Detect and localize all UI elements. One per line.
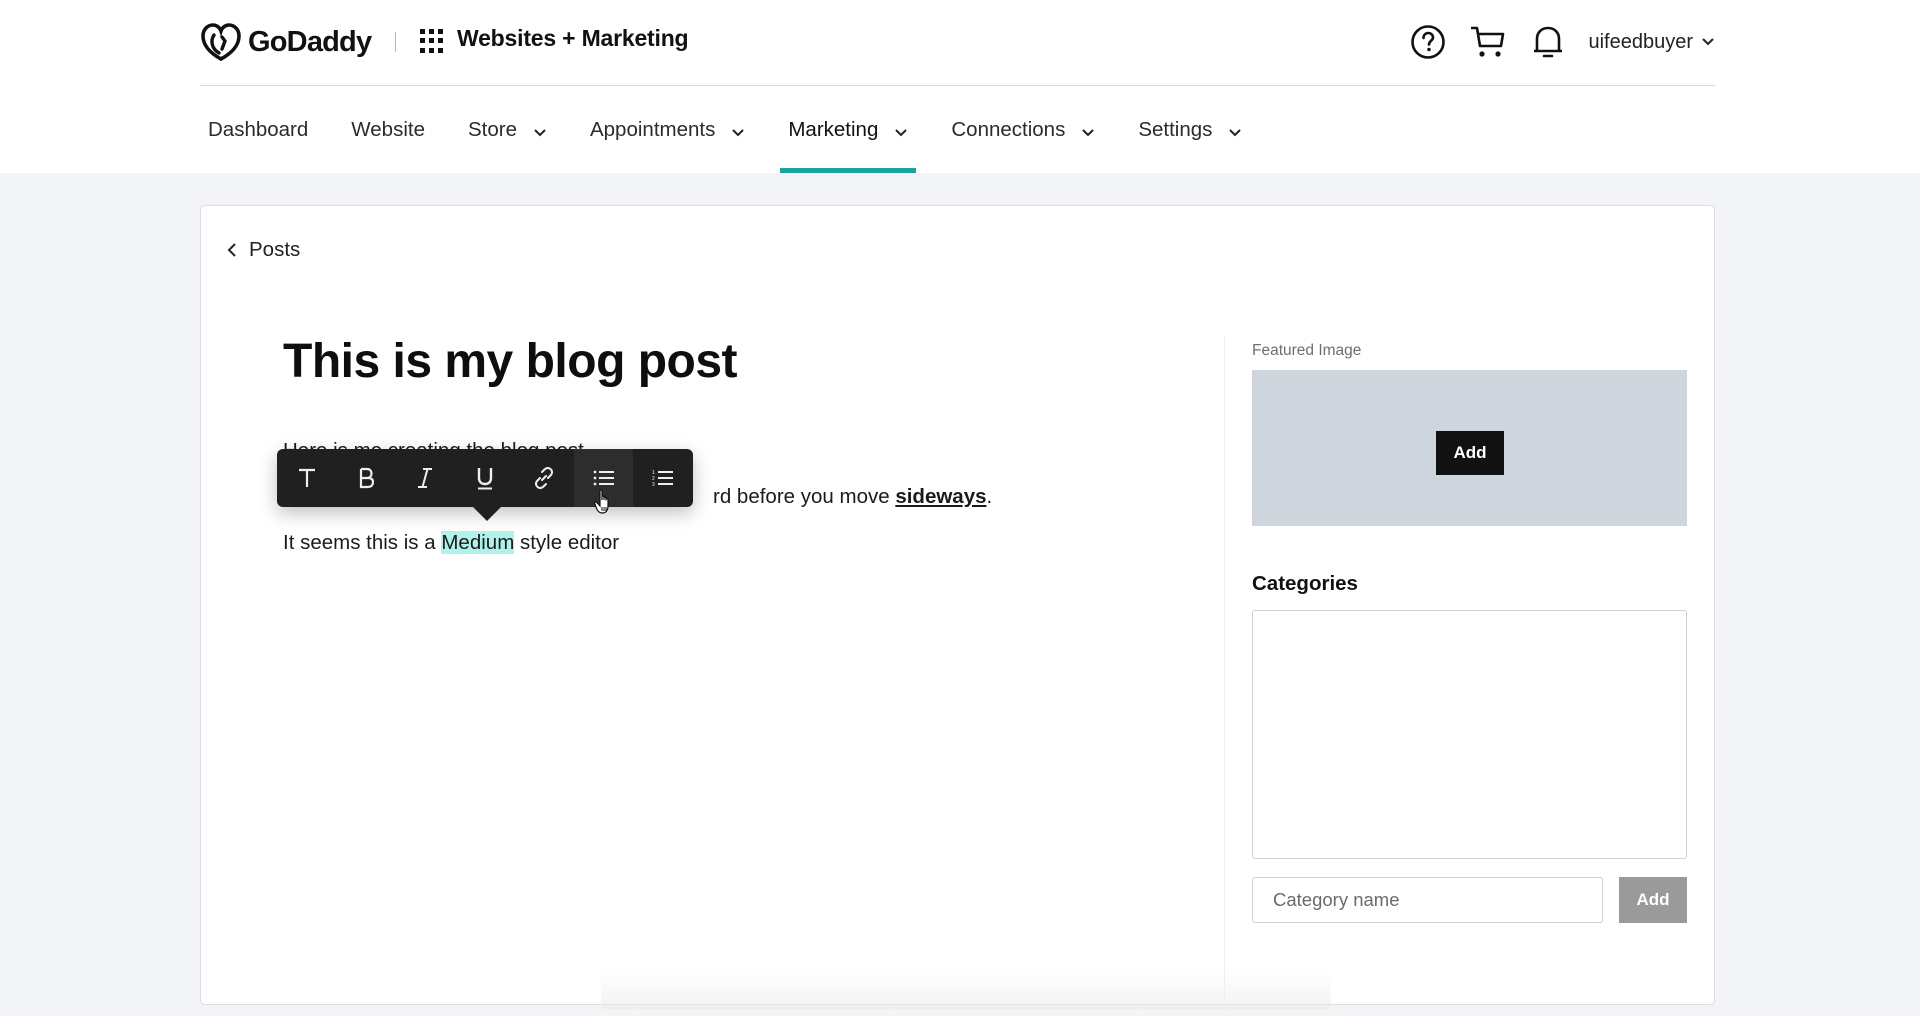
hand-cursor-icon: [594, 489, 609, 514]
nav-store[interactable]: Store: [460, 86, 555, 173]
header-divider: [395, 32, 396, 52]
nav-label: Settings: [1138, 117, 1213, 141]
header-actions: uifeedbuyer: [1408, 20, 1715, 64]
add-category-row: Add: [1252, 877, 1687, 923]
numbered-list-icon: 123: [652, 470, 674, 487]
post-editor-card: Posts This is my blog post Here is me cr…: [200, 205, 1715, 1016]
underline-button[interactable]: [455, 449, 514, 507]
body-text: It seems this is a: [283, 531, 442, 554]
brand-name: GoDaddy: [248, 25, 372, 58]
notifications-button[interactable]: [1528, 22, 1568, 62]
chevron-down-icon: [534, 128, 546, 136]
cart-icon: [1471, 26, 1505, 57]
sidebar-divider: [1224, 336, 1225, 1016]
featured-image-placeholder[interactable]: Add: [1252, 370, 1687, 526]
category-name-input[interactable]: [1252, 877, 1603, 923]
chevron-down-icon: [732, 128, 745, 136]
nav-label: Dashboard: [208, 117, 309, 141]
back-to-posts-link[interactable]: Posts: [227, 238, 300, 262]
svg-text:3: 3: [652, 482, 655, 487]
nav-label: Store: [467, 117, 517, 141]
chevron-down-icon: [895, 128, 908, 136]
nav-label: Connections: [951, 117, 1066, 141]
nav-website[interactable]: Website: [343, 86, 433, 173]
help-button[interactable]: [1408, 22, 1448, 62]
add-category-button[interactable]: Add: [1619, 877, 1687, 923]
chevron-down-icon: [1082, 128, 1095, 136]
link-button[interactable]: [515, 449, 574, 507]
categories-list[interactable]: [1252, 610, 1687, 859]
chevron-left-icon: [227, 243, 236, 257]
bold-underlined-word: sideways: [895, 485, 987, 508]
body-text: style editor: [514, 531, 620, 554]
bold-icon: [359, 467, 375, 489]
body-text: .: [986, 485, 993, 508]
chevron-down-icon: [1229, 128, 1242, 136]
bold-button[interactable]: [336, 449, 395, 507]
body-line-3[interactable]: It seems this is a Medium style editor: [283, 520, 1183, 566]
nav-connections[interactable]: Connections: [943, 86, 1103, 173]
post-title[interactable]: This is my blog post: [283, 332, 1183, 392]
bulleted-list-icon: [593, 470, 614, 486]
back-label: Posts: [249, 238, 301, 261]
text-style-icon: [298, 468, 315, 487]
help-icon: [1411, 25, 1446, 59]
product-title[interactable]: Websites + Marketing: [457, 25, 689, 52]
italic-icon: [418, 468, 433, 488]
app-header: GoDaddy Websites + Marketing uifeedbuyer…: [0, 0, 1920, 173]
post-sidebar: Featured Image Add Categories Add: [1252, 342, 1687, 923]
nav-marketing[interactable]: Marketing: [780, 86, 917, 173]
username: uifeedbuyer: [1588, 30, 1693, 53]
link-icon: [535, 467, 554, 489]
nav-settings[interactable]: Settings: [1130, 86, 1250, 173]
chevron-down-icon: [1702, 38, 1714, 46]
italic-button[interactable]: [396, 449, 455, 507]
formatting-toolbar: 123: [277, 449, 693, 521]
body-text: rd before you move: [713, 485, 896, 508]
godaddy-logo[interactable]: GoDaddy: [200, 22, 372, 62]
nav-label: Appointments: [589, 117, 716, 141]
cart-button[interactable]: [1468, 22, 1508, 62]
bell-icon: [1534, 26, 1563, 58]
featured-image-label: Featured Image: [1252, 342, 1362, 359]
add-featured-image-button[interactable]: Add: [1436, 431, 1504, 475]
bottom-bar-shadow: [601, 969, 1331, 1009]
nav-label: Marketing: [788, 117, 879, 141]
underline-icon: [477, 468, 493, 490]
nav-dashboard[interactable]: Dashboard: [200, 86, 316, 173]
godaddy-heart-icon: [201, 23, 241, 61]
apps-grid-icon[interactable]: [420, 29, 444, 53]
user-menu[interactable]: uifeedbuyer: [1588, 31, 1715, 54]
selected-text-highlight[interactable]: Medium: [441, 531, 515, 554]
nav-label: Website: [351, 117, 425, 141]
categories-title: Categories: [1252, 572, 1358, 595]
nav-appointments[interactable]: Appointments: [582, 86, 753, 173]
top-bar: GoDaddy Websites + Marketing uifeedbuyer: [200, 0, 1715, 86]
text-style-button[interactable]: [277, 449, 336, 507]
numbered-list-button[interactable]: 123: [633, 449, 692, 507]
main-nav: Dashboard Website Store Appointments Mar…: [200, 86, 1277, 173]
